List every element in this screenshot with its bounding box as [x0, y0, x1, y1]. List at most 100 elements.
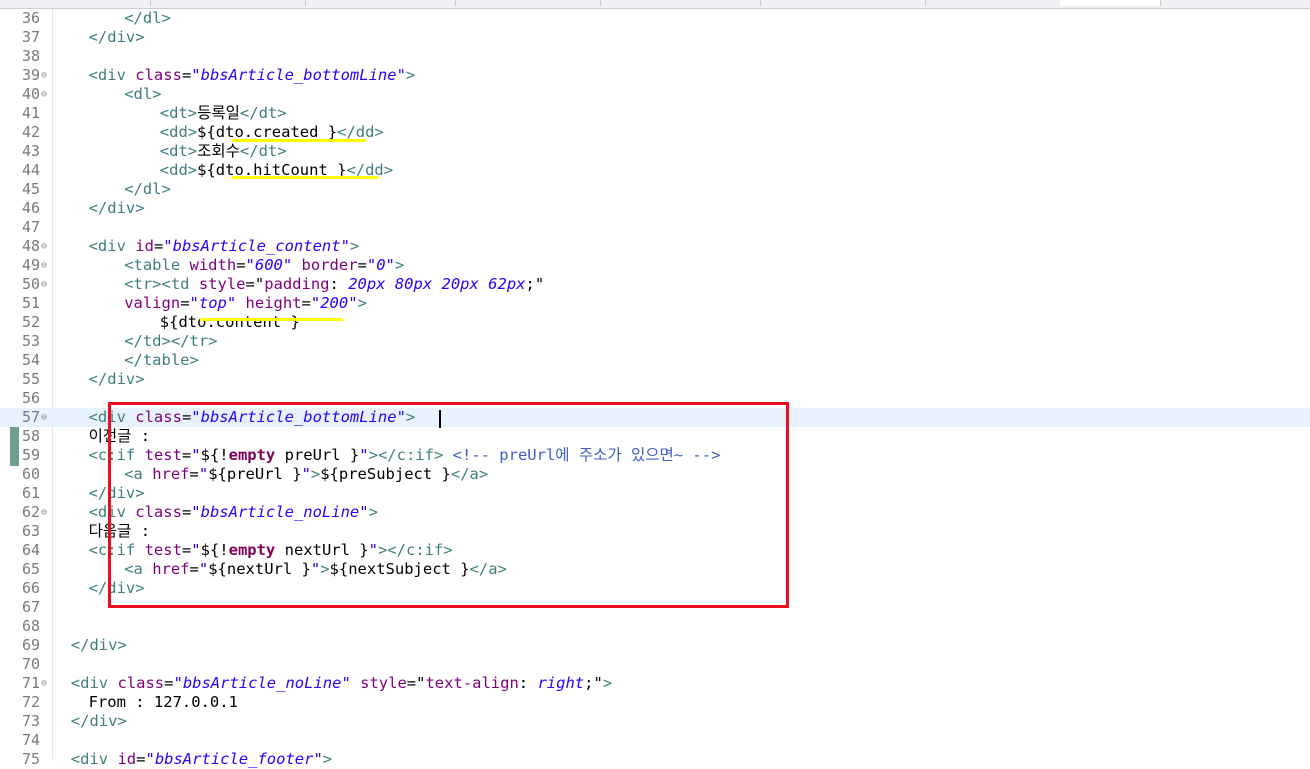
code-token: =	[301, 294, 311, 312]
code-token: </td></tr>	[124, 332, 218, 350]
code-line[interactable]: 46 </div>	[0, 199, 1310, 218]
code-line[interactable]: 38	[0, 47, 1310, 66]
line-number: 51	[21, 294, 40, 312]
fold-toggle-icon[interactable]: ⊖	[41, 237, 47, 256]
code-token: "0"	[366, 256, 395, 274]
code-token: "bbsArticle_content"	[163, 237, 350, 255]
code-line[interactable]: 43 <dt>조회수</dt>	[0, 142, 1310, 161]
code-token: <div	[70, 750, 118, 768]
code-token: 20px 80px 20px 62px	[348, 275, 526, 293]
code-token: id	[135, 237, 154, 255]
code-line[interactable]: 47	[0, 218, 1310, 237]
code-line[interactable]: 75 <div id="bbsArticle_footer">	[0, 750, 1310, 769]
line-number: 43	[21, 142, 40, 160]
code-token: "bbsArticle_bottomLine"	[191, 66, 406, 84]
code-token: padding	[264, 275, 330, 293]
code-line[interactable]: 54 </table>	[0, 351, 1310, 370]
code-text: <div id="bbsArticle_content">	[89, 237, 360, 256]
editor-tab[interactable]	[925, 0, 1061, 6]
code-line[interactable]: 48 ⊖ <div id="bbsArticle_content">	[0, 237, 1310, 256]
line-number: 63	[21, 522, 40, 540]
code-token: </div>	[70, 636, 127, 654]
code-token: <dd>	[159, 123, 198, 141]
code-line[interactable]: 36 </dl>	[0, 9, 1310, 28]
editor-tab[interactable]	[305, 0, 456, 6]
line-number: 71	[21, 674, 40, 692]
line-number: 73	[21, 712, 40, 730]
line-number: 75	[21, 750, 40, 768]
code-token: </div>	[88, 28, 145, 46]
code-line[interactable]: 50 ⊖ <tr><td style="padding: 20px 80px 20p…	[0, 275, 1310, 294]
code-line[interactable]: 71 ⊖ <div class="bbsArticle_noLine" style=…	[0, 674, 1310, 693]
code-text: <table width="600" border="0">	[124, 256, 404, 275]
code-text: </dl>	[124, 180, 171, 199]
code-editor[interactable]: 36 </dl> 37 </div> 38 39 ⊖ <div class="bbsArtic…	[0, 9, 1310, 768]
yellow-highlight-created	[232, 139, 366, 142]
fold-toggle-icon[interactable]: ⊖	[41, 408, 47, 427]
code-line[interactable]: 53 </td></tr>	[0, 332, 1310, 351]
code-line[interactable]: 44 <dd>${dto.hitCount }</dd>	[0, 161, 1310, 180]
fold-toggle-icon[interactable]: ⊖	[41, 275, 47, 294]
code-line[interactable]: 37 </div>	[0, 28, 1310, 47]
code-text: </div>	[89, 370, 145, 389]
code-token: From : 127.0.0.1	[88, 693, 238, 711]
editor-tab[interactable]	[150, 0, 306, 6]
code-text: </div>	[89, 199, 145, 218]
code-token: <table	[124, 256, 190, 274]
editor-tab[interactable]	[0, 0, 151, 6]
code-token: :	[518, 674, 538, 692]
editor-tab[interactable]	[760, 0, 926, 6]
code-line[interactable]: 41 <dt>등록일</dt>	[0, 104, 1310, 123]
yellow-highlight-hitcount	[232, 176, 378, 179]
code-line[interactable]: 52 ${dto.content }	[0, 313, 1310, 332]
fold-toggle-icon[interactable]: ⊖	[41, 256, 47, 275]
code-line[interactable]: 51 valign="top" height="200">	[0, 294, 1310, 313]
line-number: 62	[21, 503, 40, 521]
code-token: style	[360, 674, 407, 692]
code-text: </td></tr>	[124, 332, 217, 351]
line-number: 37	[21, 28, 40, 46]
fold-toggle-icon[interactable]: ⊖	[41, 674, 47, 693]
code-token: =	[180, 294, 190, 312]
code-text: <div id="bbsArticle_footer">	[71, 750, 332, 769]
code-line[interactable]: 49 ⊖ <table width="600" border="0">	[0, 256, 1310, 275]
code-token: >	[405, 66, 416, 84]
code-token: width	[189, 256, 237, 274]
code-line[interactable]: 39 ⊖ <div class="bbsArticle_bottomLine">	[0, 66, 1310, 85]
fold-toggle-icon[interactable]: ⊖	[41, 85, 47, 104]
code-text: ${dto.content }	[160, 313, 300, 332]
line-number: 40	[21, 85, 40, 103]
line-number: 70	[21, 655, 40, 673]
code-token: border	[301, 256, 358, 274]
editor-tab-active[interactable]	[1060, 0, 1161, 6]
code-line[interactable]: 69 </div>	[0, 636, 1310, 655]
code-line[interactable]: 45 </dl>	[0, 180, 1310, 199]
code-token: 조회수	[197, 142, 240, 160]
code-token: style	[198, 275, 246, 293]
code-text: <dt>등록일</dt>	[160, 104, 287, 123]
code-line[interactable]: 74	[0, 731, 1310, 750]
code-text: <div class="bbsArticle_bottomLine">	[89, 66, 416, 85]
text-cursor	[439, 410, 441, 428]
code-token: <tr><td	[124, 275, 199, 293]
fold-toggle-icon[interactable]: ⊖	[41, 66, 47, 85]
code-line[interactable]: 68	[0, 617, 1310, 636]
code-token: </dt>	[239, 104, 287, 122]
code-line[interactable]: 55 </div>	[0, 370, 1310, 389]
editor-tab-bar	[0, 0, 1310, 9]
code-line[interactable]: 70	[0, 655, 1310, 674]
line-number: 47	[21, 218, 40, 236]
code-text: </table>	[124, 351, 199, 370]
code-line[interactable]: 73 </div>	[0, 712, 1310, 731]
code-line[interactable]: 72 From : 127.0.0.1	[0, 693, 1310, 712]
code-text: </div>	[71, 712, 127, 731]
editor-tab[interactable]	[600, 0, 761, 6]
code-token: height	[245, 294, 302, 312]
code-token: =	[236, 256, 246, 274]
code-line[interactable]: 40 ⊖ <dl>	[0, 85, 1310, 104]
fold-toggle-icon[interactable]: ⊖	[41, 503, 47, 522]
editor-tab[interactable]	[455, 0, 601, 6]
code-token: >	[602, 674, 613, 692]
red-annotation-box	[108, 402, 789, 608]
code-line[interactable]: 42 <dd>${dto.created }</dd>	[0, 123, 1310, 142]
